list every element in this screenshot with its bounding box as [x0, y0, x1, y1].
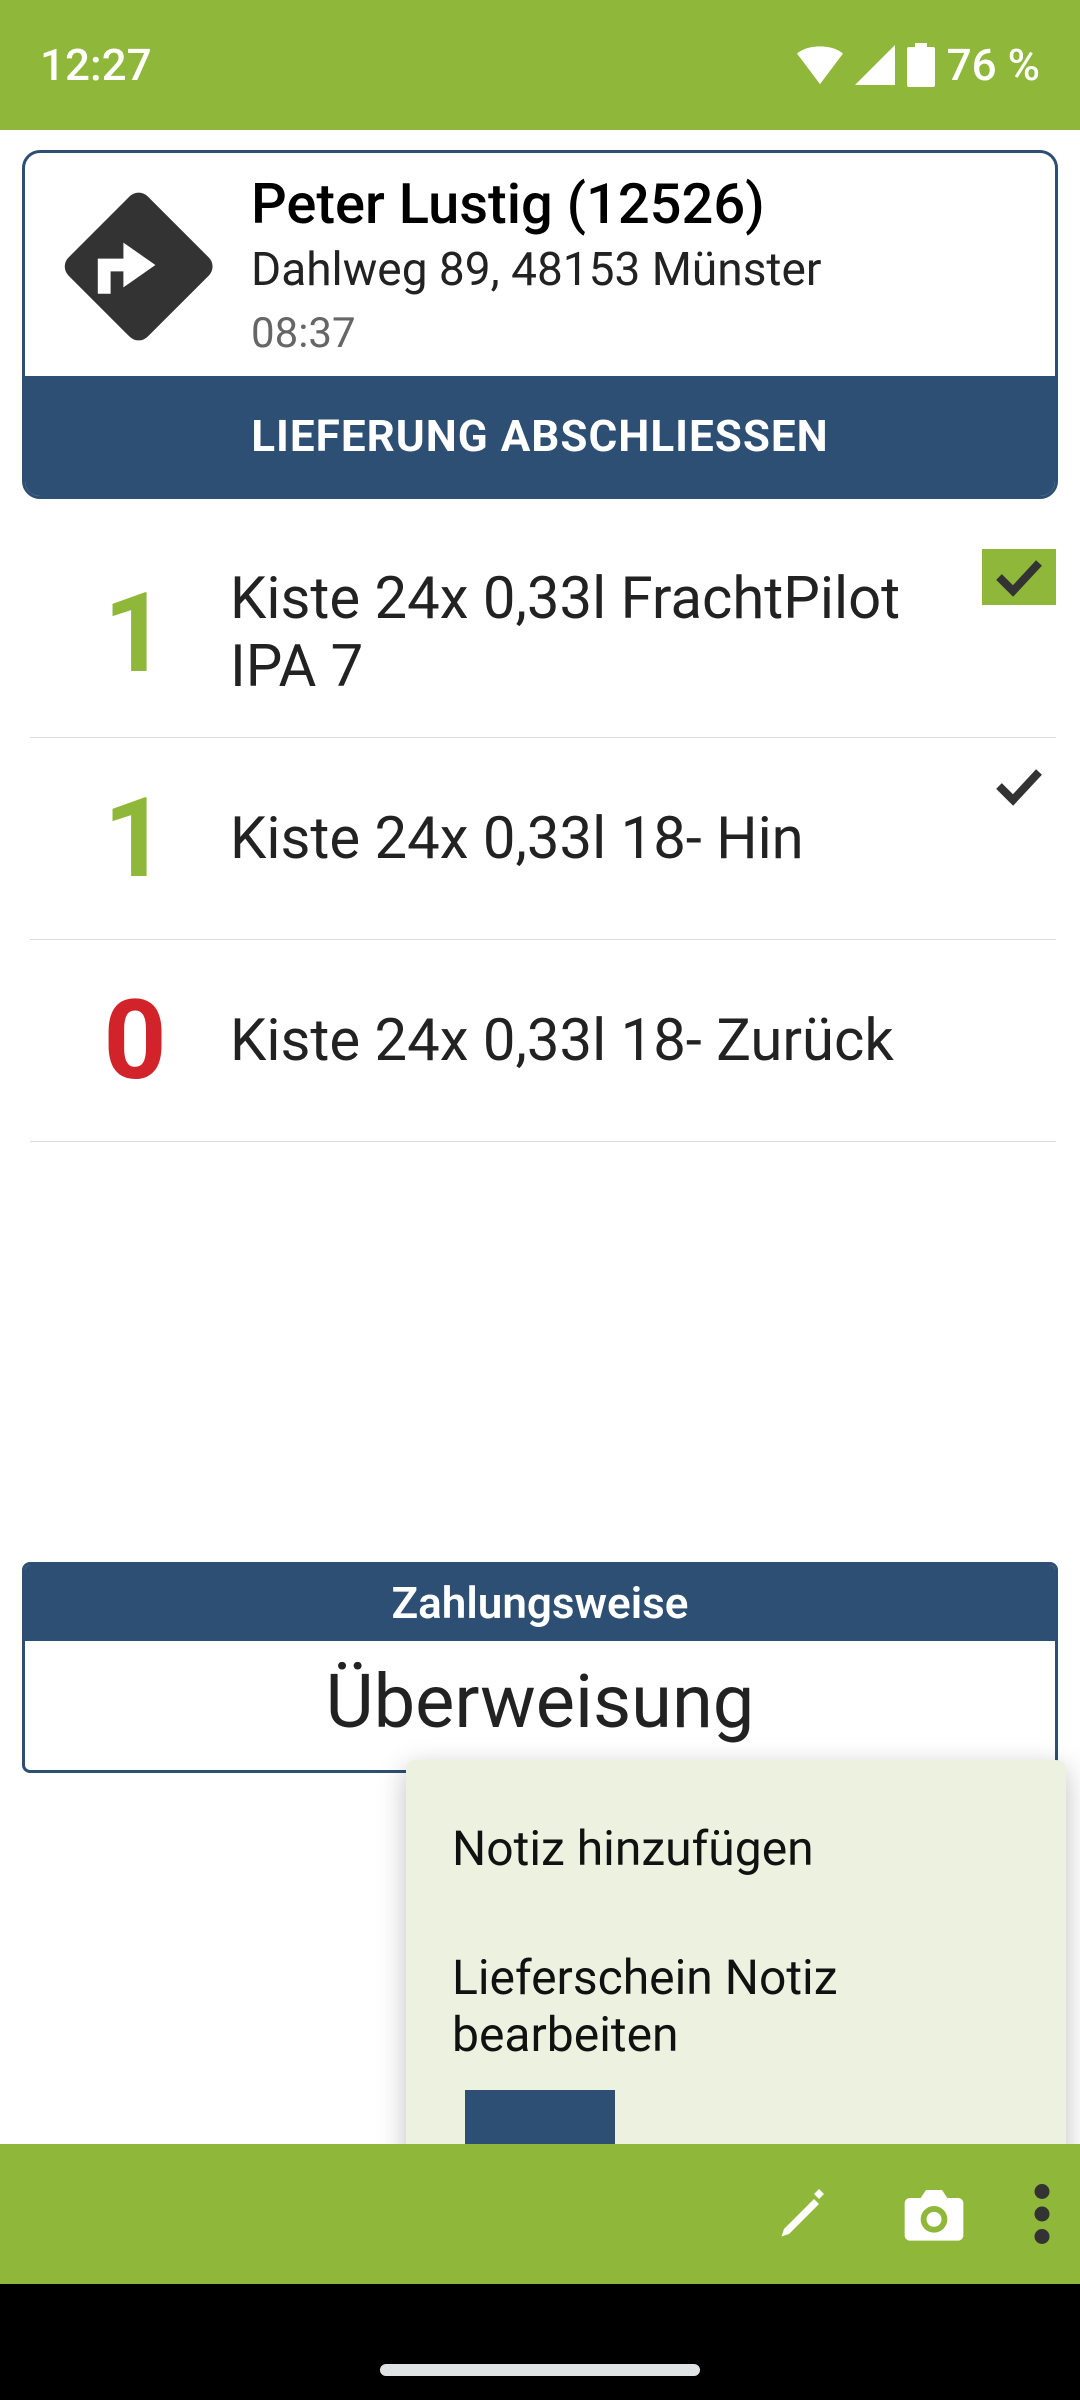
system-nav-background	[0, 2284, 1080, 2400]
payment-method-value: Überweisung	[25, 1641, 1055, 1770]
item-name: Kiste 24x 0,33l 18- Hin	[200, 805, 1016, 873]
customer-name: Peter Lustig (12526)	[251, 171, 1027, 237]
list-item[interactable]: 0 Kiste 24x 0,33l 18- Zurück	[30, 940, 1056, 1142]
bottom-action-bar	[0, 2144, 1080, 2284]
delivery-time: 08:37	[251, 309, 1027, 358]
camera-icon[interactable]	[902, 2186, 966, 2242]
menu-item-delivery-note[interactable]: Lieferschein Notiz bearbeiten	[406, 1913, 1066, 2099]
battery-percent: 76 %	[947, 39, 1040, 91]
checkmark-icon[interactable]	[982, 549, 1056, 605]
status-indicators: 76 %	[797, 39, 1040, 91]
item-list: 1 Kiste 24x 0,33l FrachtPilot IPA 7 1 Ki…	[0, 529, 1080, 1142]
signal-icon	[855, 45, 895, 85]
sign-icon[interactable]	[774, 2184, 834, 2244]
wifi-icon	[797, 45, 843, 85]
item-name: Kiste 24x 0,33l 18- Zurück	[200, 1007, 1016, 1075]
checkmark-icon[interactable]	[982, 758, 1056, 814]
status-bar: 12:27 76 %	[0, 0, 1080, 130]
payment-method-box[interactable]: Zahlungsweise Überweisung	[22, 1562, 1058, 1773]
delivery-header[interactable]: Peter Lustig (12526) Dahlweg 89, 48153 M…	[25, 153, 1055, 376]
delivery-card: Peter Lustig (12526) Dahlweg 89, 48153 M…	[22, 150, 1058, 499]
status-time: 12:27	[40, 39, 152, 91]
directions-icon	[53, 185, 213, 345]
complete-delivery-button[interactable]: LIEFERUNG ABSCHLIESSEN	[25, 376, 1055, 496]
battery-icon	[907, 43, 935, 87]
item-quantity: 1	[70, 774, 200, 903]
list-item[interactable]: 1 Kiste 24x 0,33l FrachtPilot IPA 7	[30, 529, 1056, 738]
more-icon[interactable]	[1034, 2184, 1050, 2244]
menu-item-add-note[interactable]: Notiz hinzufügen	[406, 1784, 1066, 1913]
item-quantity: 1	[70, 569, 200, 698]
nav-pill[interactable]	[380, 2364, 700, 2376]
list-item[interactable]: 1 Kiste 24x 0,33l 18- Hin	[30, 738, 1056, 940]
item-name: Kiste 24x 0,33l FrachtPilot IPA 7	[200, 565, 1016, 701]
customer-address: Dahlweg 89, 48153 Münster	[251, 243, 1027, 297]
payment-method-label: Zahlungsweise	[25, 1565, 1055, 1641]
item-quantity: 0	[70, 976, 200, 1105]
